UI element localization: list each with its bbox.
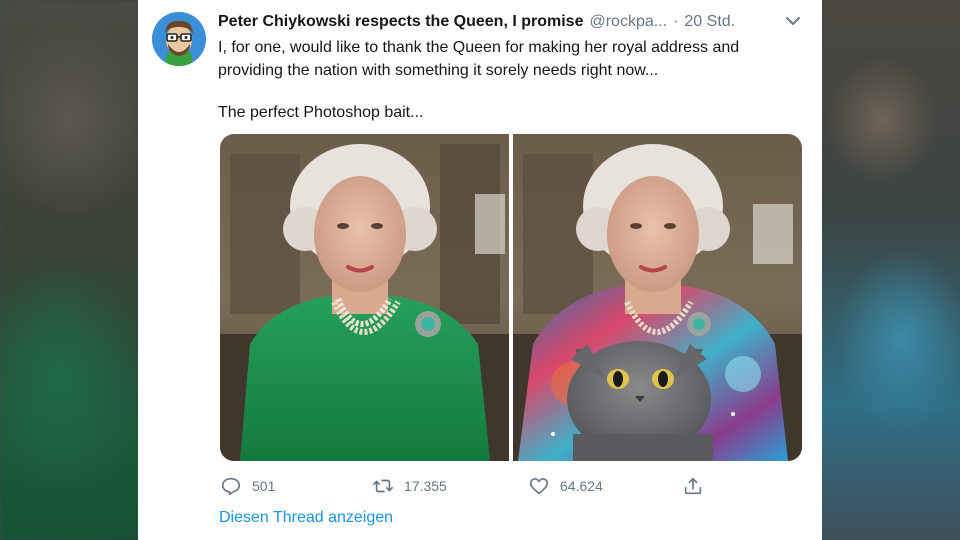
- like-count: 64.624: [560, 478, 603, 494]
- author-name[interactable]: Peter Chiykowski respects the Queen, I p…: [218, 13, 583, 31]
- separator-dot: ·: [673, 13, 679, 30]
- timestamp[interactable]: 20 Std.: [684, 13, 735, 31]
- avatar-illustration: [152, 12, 206, 66]
- tweet-text-paragraph-1: I, for one, would like to thank the Quee…: [218, 39, 740, 79]
- photo-edited[interactable]: [513, 134, 802, 461]
- tweet-header: Peter Chiykowski respects the Queen, I p…: [218, 11, 806, 33]
- heart-icon: [529, 478, 549, 495]
- tweet-text: I, for one, would like to thank the Quee…: [218, 36, 798, 124]
- tweet-actions: 501 17.355 64.624: [220, 474, 800, 498]
- retweet-button[interactable]: 17.355: [372, 474, 447, 498]
- avatar[interactable]: [152, 12, 206, 66]
- queen-galaxy-dress-cat-image: [513, 134, 802, 461]
- like-button[interactable]: 64.624: [528, 474, 603, 498]
- reply-count: 501: [252, 478, 276, 494]
- author-handle[interactable]: @rockpa...: [589, 13, 667, 31]
- tweet-card[interactable]: Peter Chiykowski respects the Queen, I p…: [138, 0, 822, 540]
- retweet-arrows-icon: [373, 479, 393, 493]
- speech-bubble-icon: [221, 477, 241, 496]
- background-left-blur: [0, 0, 140, 540]
- tweet-text-paragraph-2: The perfect Photoshop bait...: [218, 104, 424, 121]
- background-right-blur: [822, 0, 960, 540]
- reply-button[interactable]: 501: [220, 474, 275, 498]
- show-thread-link[interactable]: Diesen Thread anzeigen: [219, 509, 393, 527]
- photo-original[interactable]: [220, 134, 509, 461]
- chevron-down-icon[interactable]: [784, 12, 802, 30]
- share-button[interactable]: [682, 474, 714, 498]
- queen-green-dress-image: [220, 134, 509, 461]
- retweet-count: 17.355: [404, 478, 447, 494]
- share-upload-icon: [684, 477, 702, 495]
- tweet-media[interactable]: [220, 134, 802, 461]
